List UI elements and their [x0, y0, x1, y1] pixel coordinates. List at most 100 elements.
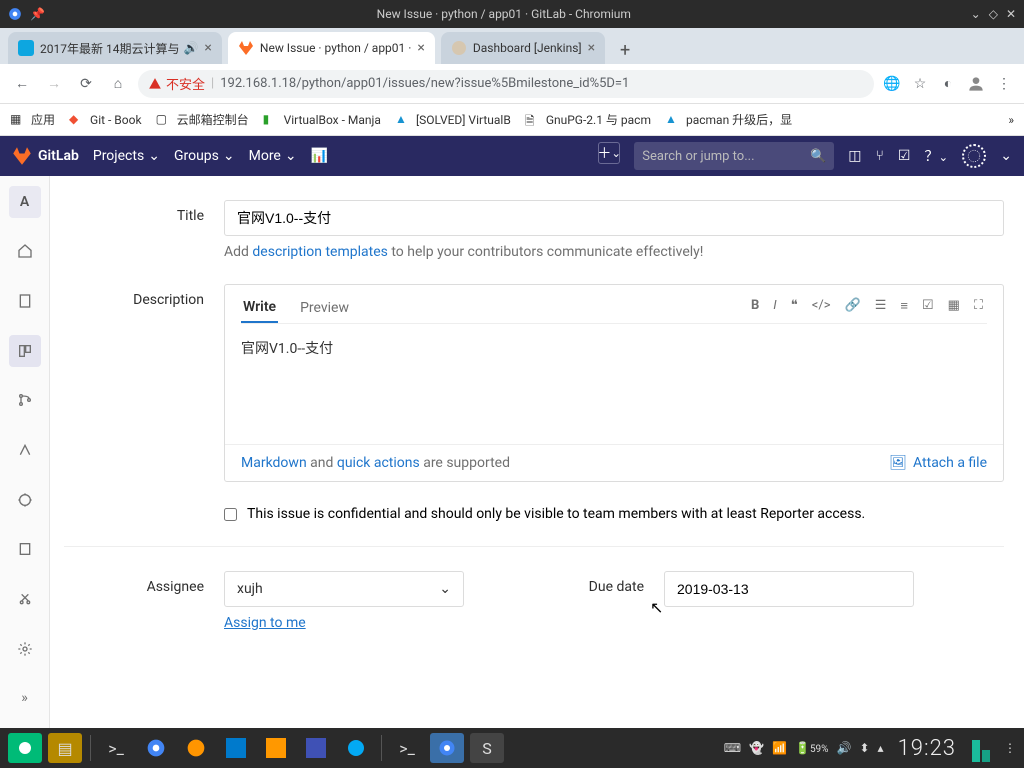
search-box[interactable]: Search or jump to... 🔍	[634, 142, 834, 170]
merge-request-icon[interactable]: ⑂	[876, 148, 884, 164]
chevron-down-icon: ⌄	[285, 148, 297, 164]
help-icon[interactable]: ？⌄	[924, 146, 948, 166]
issues-icon[interactable]: ◫	[848, 148, 861, 164]
task-editor-icon[interactable]: S	[470, 733, 504, 763]
tray-updates-icon[interactable]: ⬍	[859, 741, 869, 755]
task-app-icon[interactable]: ▤	[48, 733, 82, 763]
tab-close-icon[interactable]: ×	[417, 40, 424, 56]
title-input[interactable]	[224, 200, 1004, 236]
italic-icon[interactable]: I	[773, 298, 776, 314]
todos-icon[interactable]: ☑	[898, 148, 911, 164]
write-tab[interactable]: Write	[241, 293, 278, 323]
window-maximize-icon[interactable]: ◇	[989, 7, 998, 21]
task-chromium-active-icon[interactable]	[430, 733, 464, 763]
new-tab-button[interactable]: +	[611, 36, 639, 64]
profile-icon[interactable]	[966, 74, 986, 94]
sidebar-merge-icon[interactable]	[9, 385, 41, 417]
bookmarks-overflow-icon[interactable]: »	[1008, 113, 1014, 127]
nav-groups[interactable]: Groups ⌄	[174, 148, 235, 164]
table-icon[interactable]: ▦	[948, 298, 960, 314]
bookmark-item[interactable]: ◆Git - Book	[69, 112, 142, 128]
ol-icon[interactable]: ≡	[900, 298, 908, 314]
bookmark-item[interactable]: 🗎GnuPG-2.1 与 pacm	[525, 111, 651, 128]
tray-expand-icon[interactable]: ▴	[878, 741, 884, 755]
ul-icon[interactable]: ☰	[875, 298, 887, 314]
home-button[interactable]: ⌂	[106, 72, 130, 96]
tray-wifi-icon[interactable]: 📶	[772, 741, 787, 755]
task-chrome-icon[interactable]	[139, 733, 173, 763]
task-vscode-icon[interactable]	[219, 733, 253, 763]
task-terminal-icon[interactable]: >_	[390, 733, 424, 763]
sidebar-ci-icon[interactable]	[9, 434, 41, 466]
divider	[64, 546, 1004, 547]
tab-title: New Issue · python / app01 ·	[260, 41, 412, 55]
quick-actions-link[interactable]: quick actions	[337, 455, 420, 471]
confidential-checkbox[interactable]	[224, 508, 237, 521]
tray-battery-icon[interactable]: 🔋59%	[795, 741, 829, 755]
sidebar-expand-icon[interactable]: »	[9, 682, 41, 714]
assignee-dropdown[interactable]: xujh ⌄	[224, 571, 464, 607]
sidebar-home-icon[interactable]	[9, 236, 41, 268]
desc-templates-link[interactable]: description templates	[252, 244, 387, 260]
preview-tab[interactable]: Preview	[298, 294, 351, 322]
tab-close-icon[interactable]: ×	[588, 40, 595, 56]
fullscreen-icon[interactable]: ⛶	[974, 298, 983, 314]
back-button[interactable]: ←	[10, 72, 34, 96]
description-textarea[interactable]: 官网V1.0--支付	[225, 324, 1003, 444]
audio-icon[interactable]: 🔊	[183, 41, 198, 55]
system-monitor-icon[interactable]	[972, 734, 990, 762]
window-minimize-icon[interactable]: ⌄	[971, 7, 981, 21]
tray-clock[interactable]: 19:23	[898, 736, 956, 761]
tray-app-icon[interactable]: 👻	[749, 741, 764, 755]
kebab-menu-icon[interactable]: ⋮	[994, 74, 1014, 94]
bookmark-item[interactable]: ▮VirtualBox - Manja	[263, 112, 381, 128]
task-app-icon[interactable]	[339, 733, 373, 763]
sidebar-project-avatar[interactable]: A	[9, 186, 41, 218]
bookmark-star-icon[interactable]: ☆	[910, 74, 930, 94]
sidebar-wiki-icon[interactable]	[9, 533, 41, 565]
tray-menu-icon[interactable]: ⋮	[1004, 741, 1016, 755]
task-terminal-icon[interactable]: >_	[99, 733, 133, 763]
task-sublime-icon[interactable]	[259, 733, 293, 763]
nav-projects[interactable]: Projects ⌄	[93, 148, 160, 164]
window-close-icon[interactable]: ✕	[1006, 7, 1016, 21]
tab-close-icon[interactable]: ×	[204, 40, 211, 56]
attach-file-button[interactable]: 🖼 Attach a file	[889, 455, 987, 471]
bold-icon[interactable]: B	[751, 298, 759, 314]
assign-to-me-link[interactable]: Assign to me	[224, 615, 464, 631]
tab-item[interactable]: Dashboard [Jenkins] ×	[441, 32, 605, 64]
translate-icon[interactable]: 🌐	[882, 74, 902, 94]
tab-item[interactable]: 2017年最新 14期云计算与 🔊 ×	[8, 32, 222, 64]
pin-icon[interactable]: 📌	[30, 7, 45, 21]
tray-volume-icon[interactable]: 🔊	[837, 741, 852, 755]
bookmark-item[interactable]: ▲[SOLVED] VirtualB	[395, 112, 511, 128]
quote-icon[interactable]: ❝	[791, 298, 798, 314]
bookmark-item[interactable]: ▲pacman 升级后，显	[665, 111, 792, 128]
user-avatar[interactable]	[962, 144, 986, 168]
start-menu-icon[interactable]	[8, 733, 42, 763]
markdown-link[interactable]: Markdown	[241, 455, 307, 471]
reload-button[interactable]: ⟳	[74, 72, 98, 96]
tasklist-icon[interactable]: ☑	[922, 298, 934, 314]
gitlab-brand[interactable]: GitLab	[12, 146, 79, 166]
due-date-input[interactable]	[664, 571, 914, 607]
sidebar-snippets-icon[interactable]	[9, 583, 41, 615]
activity-icon[interactable]: 📊	[311, 148, 328, 164]
tray-keyboard-icon[interactable]: ⌨	[724, 741, 741, 755]
sidebar-issues-icon[interactable]	[9, 335, 41, 367]
task-app-icon[interactable]	[299, 733, 333, 763]
extension-icon[interactable]: ◐	[938, 74, 958, 94]
tab-item-active[interactable]: New Issue · python / app01 · ×	[228, 32, 435, 64]
task-firefox-icon[interactable]	[179, 733, 213, 763]
forward-button[interactable]: →	[42, 72, 66, 96]
sidebar-settings-icon[interactable]	[9, 633, 41, 665]
code-icon[interactable]: </>	[812, 298, 831, 314]
address-bar[interactable]: 不安全 | 192.168.1.18/python/app01/issues/n…	[138, 70, 874, 98]
bookmark-item[interactable]: ▢云邮箱控制台	[156, 111, 249, 128]
bookmarks-apps[interactable]: ▦应用	[10, 111, 55, 128]
link-icon[interactable]: 🔗	[845, 298, 861, 314]
sidebar-operations-icon[interactable]	[9, 484, 41, 516]
sidebar-repo-icon[interactable]	[9, 285, 41, 317]
nav-more[interactable]: More ⌄	[249, 148, 297, 164]
plus-dropdown[interactable]: ＋⌄	[598, 142, 620, 164]
